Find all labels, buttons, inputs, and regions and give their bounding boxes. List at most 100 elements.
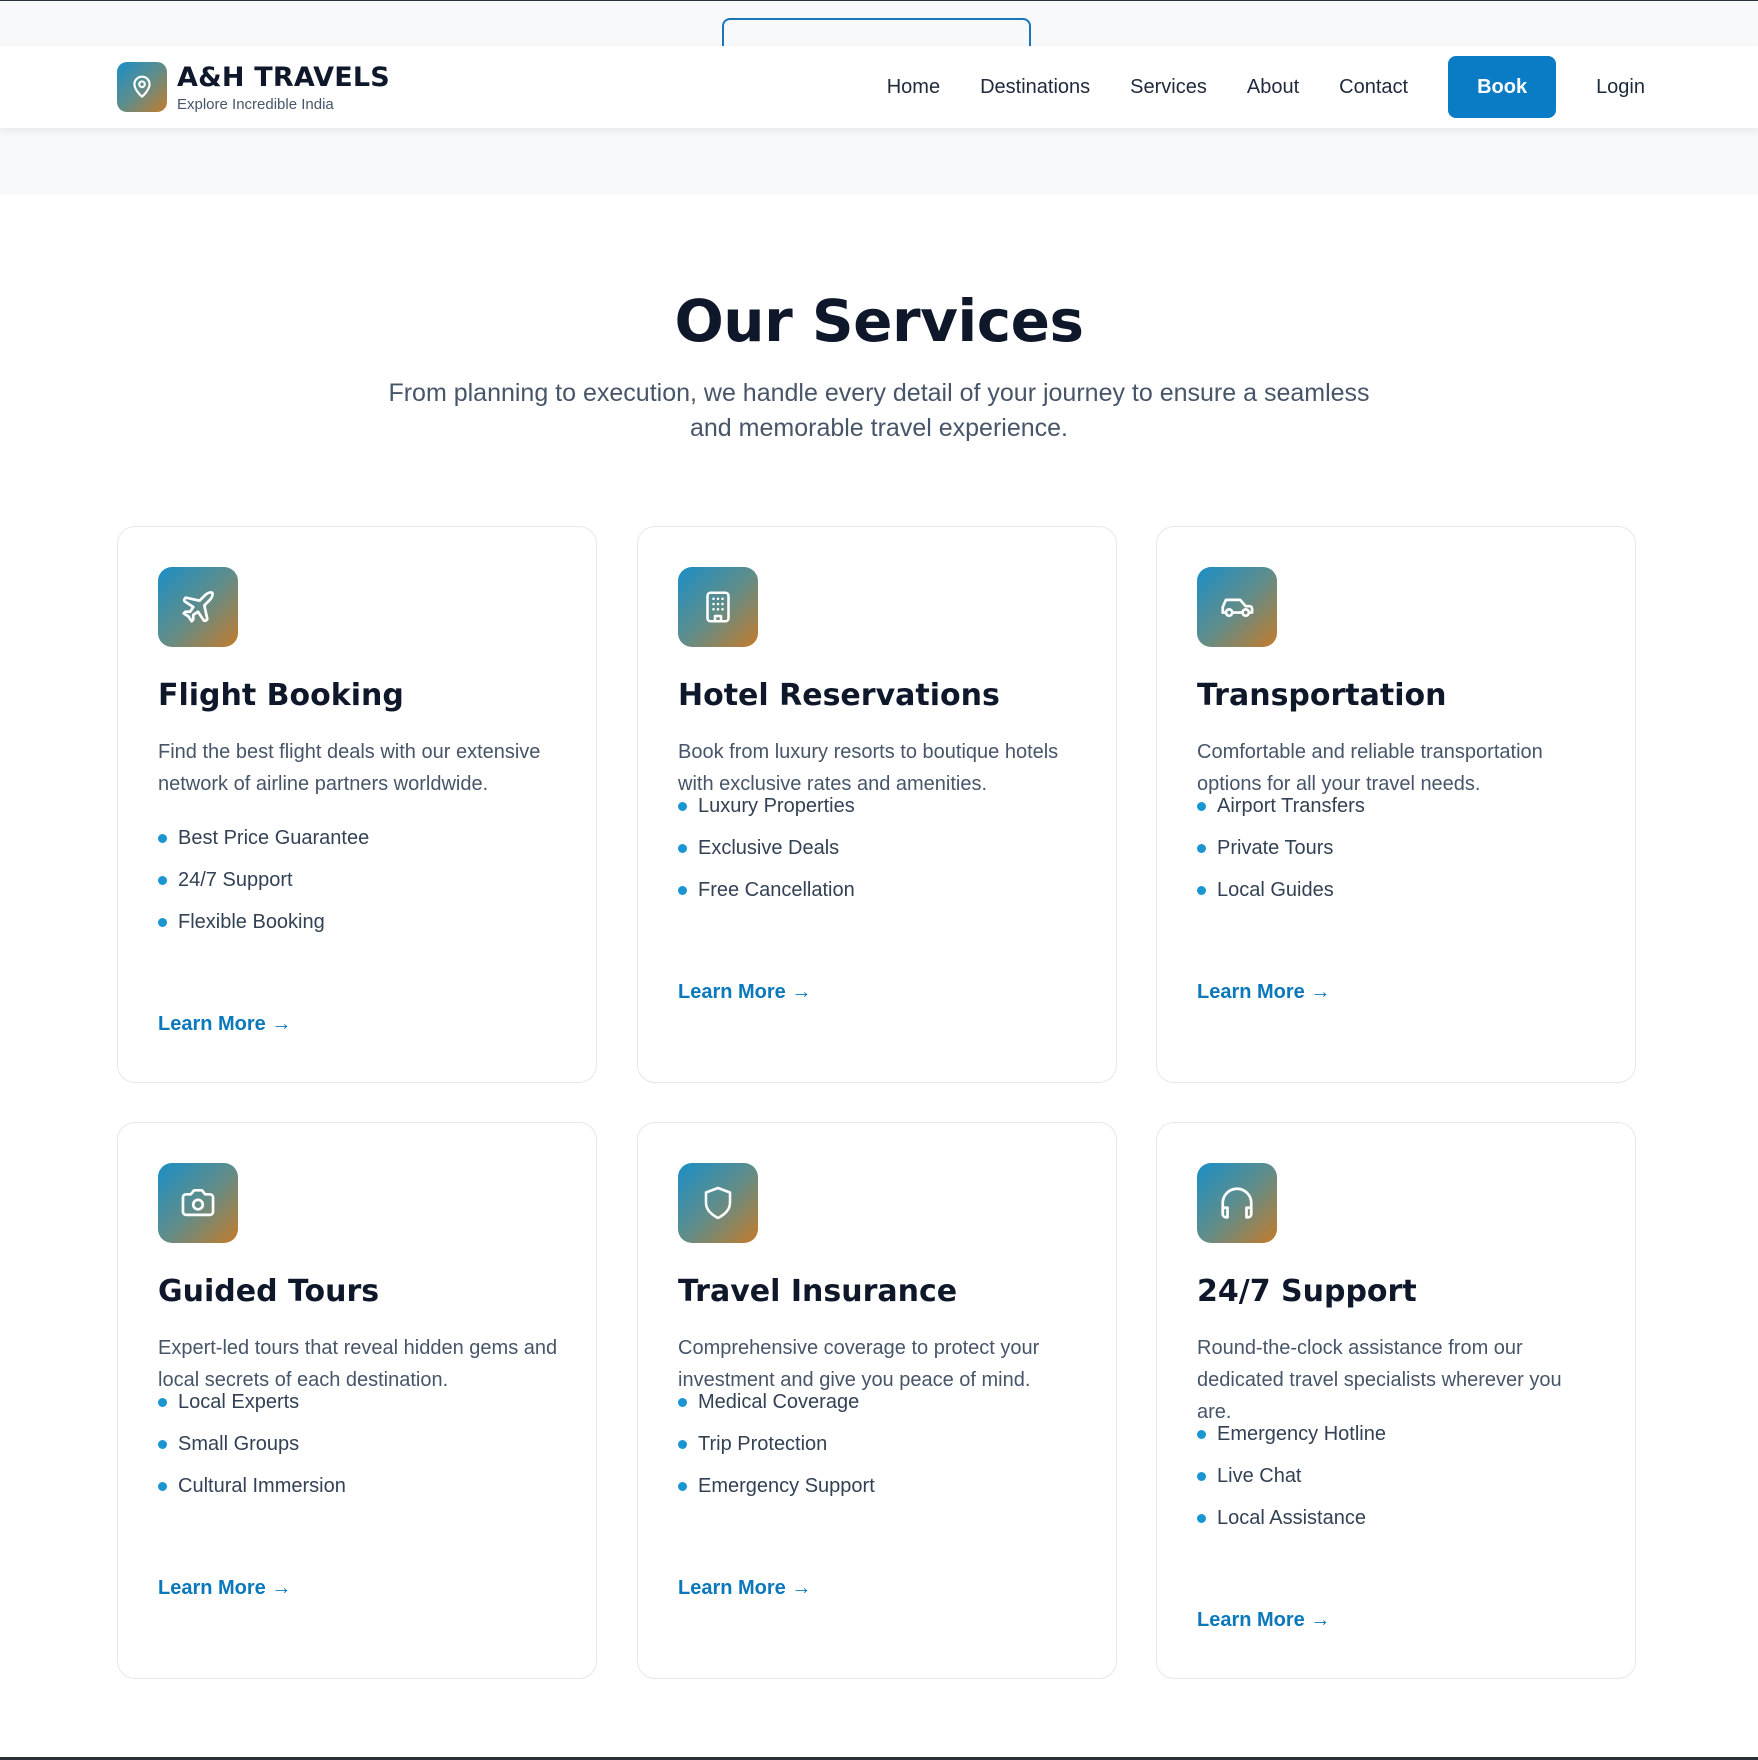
feature-label: Small Groups [178,1433,300,1455]
feature-item: Trip Protection [678,1423,1078,1465]
bullet-dot-icon [158,875,167,885]
feature-label: Local Assistance [1217,1507,1366,1529]
shield-icon [704,1186,732,1220]
bullet-dot-icon [678,1397,687,1407]
learn-more-link[interactable]: Learn More → [1197,981,1330,1004]
service-title: Flight Booking [158,678,404,713]
service-icon-box [158,567,238,647]
feature-list: Airport Transfers Private Tours Local Gu… [1197,785,1597,911]
service-title: Travel Insurance [678,1274,958,1309]
feature-item: Local Assistance [1197,1497,1597,1539]
feature-item: Cultural Immersion [158,1465,558,1507]
learn-more-link[interactable]: Learn More → [678,981,811,1004]
bullet-dot-icon [158,1397,167,1407]
service-icon-box [678,1163,758,1243]
feature-item: Local Experts [158,1381,558,1423]
service-card-support: 24/7 Support Round-the-clock assistance … [1156,1122,1636,1679]
service-title: Transportation [1197,678,1447,713]
nav-link-about[interactable]: About [1247,76,1299,99]
feature-label: Exclusive Deals [698,837,840,859]
learn-more-link[interactable]: Learn More → [678,1577,811,1600]
service-card-transportation: Transportation Comfortable and reliable … [1156,526,1636,1083]
feature-item: Emergency Hotline [1197,1413,1597,1455]
bullet-dot-icon [1197,801,1206,811]
brand-name[interactable]: A&H TRAVELS [177,62,390,93]
learn-more-link[interactable]: Learn More → [158,1577,291,1600]
feature-label: Local Guides [1217,879,1334,901]
feature-item: Live Chat [1197,1455,1597,1497]
feature-item: Luxury Properties [678,785,1078,827]
page: A&H TRAVELS Explore Incredible India Hom… [0,0,1758,1760]
bullet-dot-icon [678,885,687,895]
book-button[interactable]: Book [1448,56,1557,118]
car-icon [1221,598,1254,618]
headphones-icon [1221,1187,1253,1219]
service-title: Guided Tours [158,1274,380,1309]
service-title: Hotel Reservations [678,678,1000,713]
feature-label: Free Cancellation [698,879,855,901]
feature-list: Medical Coverage Trip Protection Emergen… [678,1381,1078,1507]
bullet-dot-icon [1197,1429,1206,1439]
feature-list: Local Experts Small Groups Cultural Imme… [158,1381,558,1507]
learn-more-link[interactable]: Learn More → [1197,1609,1330,1632]
service-icon-box [158,1163,238,1243]
feature-list: Best Price Guarantee 24/7 Support Flexib… [158,817,558,943]
learn-more-link[interactable]: Learn More → [158,1013,291,1036]
service-description: Find the best flight deals with our exte… [158,741,541,795]
feature-label: Luxury Properties [698,795,855,817]
bullet-dot-icon [158,1439,167,1449]
service-icon-box [678,567,758,647]
section-subtitle: From planning to execution, we handle ev… [388,379,1370,442]
feature-label: Emergency Hotline [1217,1423,1386,1445]
feature-item: Free Cancellation [678,869,1078,911]
feature-label: 24/7 Support [178,869,293,891]
bullet-dot-icon [678,1439,687,1449]
brand-tagline: Explore Incredible India [177,96,334,113]
feature-item: Small Groups [158,1423,558,1465]
feature-label: Medical Coverage [698,1391,860,1413]
login-link[interactable]: Login [1596,76,1645,99]
bullet-dot-icon [678,1481,687,1491]
nav-link-contact[interactable]: Contact [1339,76,1408,99]
feature-item: Local Guides [1197,869,1597,911]
camera-icon [181,1188,215,1217]
feature-label: Private Tours [1217,837,1334,859]
feature-item: Private Tours [1197,827,1597,869]
bullet-dot-icon [678,801,687,811]
feature-item: Emergency Support [678,1465,1078,1507]
brand-logo[interactable] [117,62,167,112]
feature-label: Cultural Immersion [178,1475,346,1497]
service-card-travel-insurance: Travel Insurance Comprehensive coverage … [637,1122,1117,1679]
section-title: Our Services [674,287,1084,355]
feature-item: Medical Coverage [678,1381,1078,1423]
bullet-dot-icon [1197,1513,1206,1523]
service-card-hotel-reservations: Hotel Reservations Book from luxury reso… [637,526,1117,1083]
navbar: A&H TRAVELS Explore Incredible India Hom… [0,46,1758,128]
feature-label: Flexible Booking [178,911,325,933]
feature-label: Trip Protection [698,1433,828,1455]
bullet-dot-icon [1197,843,1206,853]
nav-link-services[interactable]: Services [1130,76,1207,99]
bullet-dot-icon [1197,1471,1206,1481]
building-icon [706,591,730,623]
nav-link-destinations[interactable]: Destinations [980,76,1090,99]
bullet-dot-icon [158,1481,167,1491]
feature-item: Flexible Booking [158,901,558,943]
service-title: 24/7 Support [1197,1274,1417,1309]
feature-list: Luxury Properties Exclusive Deals Free C… [678,785,1078,911]
browser-top-strip [0,0,1758,54]
feature-item: Airport Transfers [1197,785,1597,827]
bullet-dot-icon [678,843,687,853]
map-pin-icon [133,75,151,98]
nav-link-home[interactable]: Home [887,76,940,99]
feature-item: Best Price Guarantee [158,817,558,859]
feature-label: Best Price Guarantee [178,827,370,849]
service-card-guided-tours: Guided Tours Expert-led tours that revea… [117,1122,597,1679]
feature-list: Emergency Hotline Live Chat Local Assist… [1197,1413,1597,1539]
plane-icon [182,591,214,623]
service-icon-box [1197,1163,1277,1243]
header-spacer-band [0,128,1758,195]
service-icon-box [1197,567,1277,647]
bullet-dot-icon [158,833,167,843]
feature-label: Live Chat [1217,1465,1302,1487]
